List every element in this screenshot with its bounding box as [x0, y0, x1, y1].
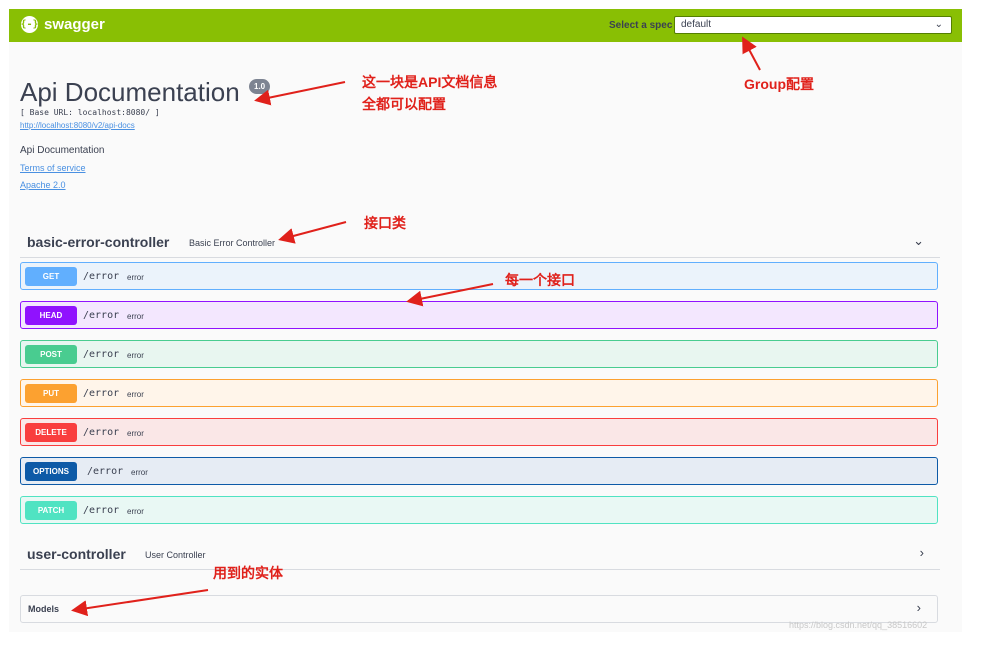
arrow-to-controller — [278, 221, 347, 244]
arrow-to-info — [254, 81, 346, 106]
arrow-to-spec-select — [742, 36, 761, 71]
arrow-to-endpoint — [406, 283, 494, 307]
arrow-to-models — [71, 589, 209, 617]
annotation-arrows — [71, 36, 761, 617]
